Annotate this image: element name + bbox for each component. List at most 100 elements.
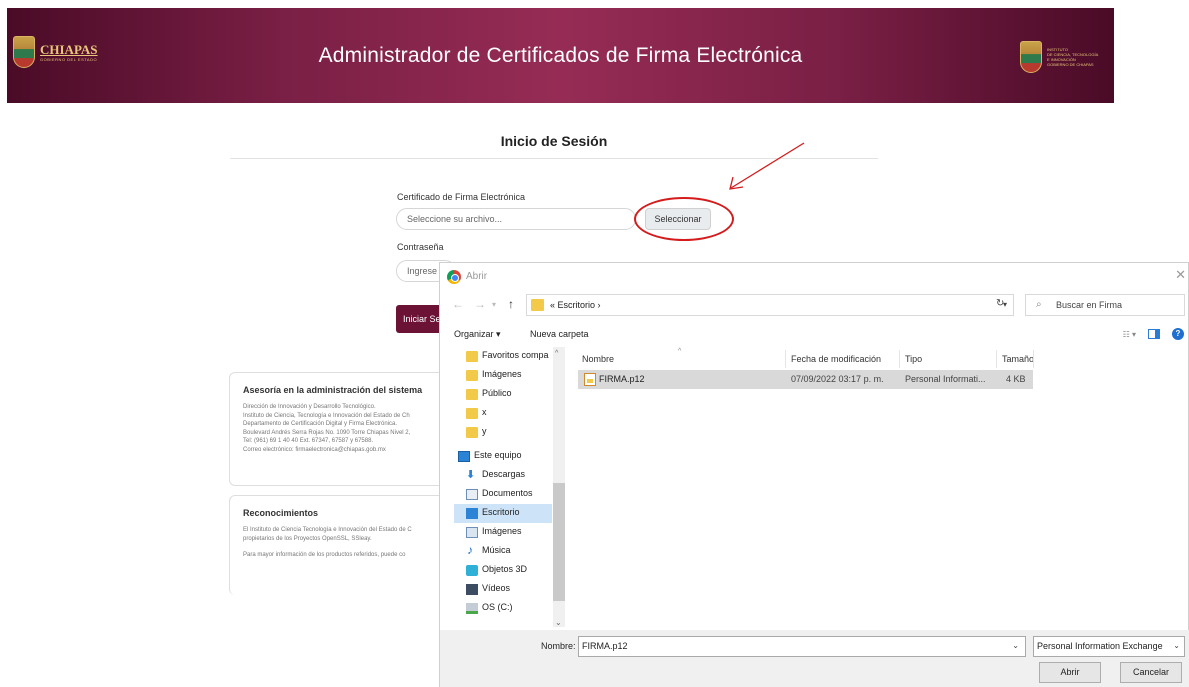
column-separator[interactable] bbox=[785, 350, 786, 368]
nav-item-label: Objetos 3D bbox=[482, 564, 528, 574]
chevron-down-icon[interactable]: ⌄ bbox=[1171, 641, 1180, 650]
logo-left-subtext: GOBIERNO DEL ESTADO bbox=[40, 56, 98, 62]
password-label: Contraseña bbox=[397, 242, 444, 252]
dialog-footer: Nombre: FIRMA.p12 ⌄ Personal Information… bbox=[440, 630, 1189, 687]
nav-item-favoritos[interactable]: Favoritos compa bbox=[454, 347, 552, 366]
dialog-title: Abrir bbox=[466, 271, 488, 282]
page-title: Administrador de Certificados de Firma E… bbox=[318, 43, 803, 67]
view-options-icon[interactable]: ☷ ▾ bbox=[1123, 330, 1136, 339]
drive-icon bbox=[466, 603, 478, 614]
column-separator[interactable] bbox=[1033, 350, 1034, 368]
nav-item-imagenes[interactable]: Imágenes bbox=[454, 366, 552, 385]
nav-item-musica[interactable]: ♪ Música bbox=[454, 542, 552, 561]
folder-icon bbox=[466, 389, 478, 400]
nav-item-descargas[interactable]: ⬇ Descargas bbox=[454, 466, 552, 485]
nav-item-label: y bbox=[482, 426, 487, 436]
advisory-line: Boulevard Andrés Serra Rojas No. 1090 To… bbox=[243, 429, 411, 436]
3d-objects-icon bbox=[466, 565, 478, 576]
scroll-thumb[interactable] bbox=[553, 483, 565, 601]
nav-item-este-equipo[interactable]: Este equipo bbox=[454, 447, 552, 466]
nav-item-label: Público bbox=[482, 388, 512, 398]
folder-icon bbox=[466, 427, 478, 438]
file-name: FIRMA.p12 bbox=[599, 374, 645, 384]
forward-arrow-icon[interactable]: → bbox=[474, 297, 486, 311]
column-header-name[interactable]: Nombre bbox=[582, 354, 614, 364]
open-button[interactable]: Abrir bbox=[1039, 662, 1101, 683]
filename-input[interactable]: FIRMA.p12 ⌄ bbox=[578, 636, 1026, 657]
advisory-title: Asesoría en la administración del sistem… bbox=[243, 385, 423, 395]
nav-item-os-c[interactable]: OS (C:) bbox=[454, 599, 552, 618]
nav-item-label: Vídeos bbox=[482, 583, 511, 593]
chrome-icon bbox=[447, 270, 461, 284]
file-type-value: Personal Information Exchange bbox=[1037, 641, 1163, 651]
address-path: « Escritorio › bbox=[550, 300, 601, 310]
nav-item-imagenes-pc[interactable]: Imágenes bbox=[454, 523, 552, 542]
dialog-toolbar: Organizar ▾ Nueva carpeta ☷ ▾ ? bbox=[440, 326, 1189, 346]
nav-item-label: Documentos bbox=[482, 488, 533, 498]
advisory-line: Departamento de Certificación Digital y … bbox=[243, 421, 398, 427]
highlight-circle bbox=[634, 197, 734, 241]
videos-icon bbox=[466, 584, 478, 595]
column-separator[interactable] bbox=[899, 350, 900, 368]
cancel-button[interactable]: Cancelar bbox=[1120, 662, 1182, 683]
up-arrow-icon[interactable]: ↑ bbox=[508, 297, 514, 311]
chiapas-logo: CHIAPAS GOBIERNO DEL ESTADO bbox=[13, 36, 98, 68]
file-type: Personal Informati... bbox=[905, 374, 986, 384]
nav-scrollbar[interactable]: ^ bbox=[553, 347, 565, 627]
refresh-icon[interactable]: ↻ bbox=[996, 298, 1004, 309]
nav-item-x[interactable]: x bbox=[454, 404, 552, 423]
back-arrow-icon[interactable]: ← bbox=[452, 297, 464, 311]
nav-item-label: Favoritos compa bbox=[482, 350, 549, 360]
logo-right-line: GOBIERNO DE CHIAPAS bbox=[1047, 62, 1094, 67]
nav-item-y[interactable]: y bbox=[454, 423, 552, 442]
address-bar[interactable]: « Escritorio › ▾ bbox=[526, 294, 1014, 316]
page: CHIAPAS GOBIERNO DEL ESTADO Administrado… bbox=[0, 0, 1189, 687]
nav-item-escritorio[interactable]: Escritorio bbox=[454, 504, 552, 523]
preview-pane-icon[interactable] bbox=[1148, 329, 1160, 339]
desktop-icon bbox=[466, 508, 478, 519]
acknowledgements-line: El Instituto de Ciencia Tecnología e Inn… bbox=[243, 527, 412, 533]
close-icon[interactable]: ✕ bbox=[1175, 267, 1186, 283]
column-header-modified[interactable]: Fecha de modificación bbox=[791, 354, 881, 364]
header-banner: CHIAPAS GOBIERNO DEL ESTADO Administrado… bbox=[7, 8, 1114, 103]
nav-item-label: Música bbox=[482, 545, 511, 555]
nav-item-publico[interactable]: Público bbox=[454, 385, 552, 404]
advisory-line: Instituto de Ciencia, Tecnología e Innov… bbox=[243, 412, 410, 419]
column-separator[interactable] bbox=[996, 350, 997, 368]
acknowledgements-title: Reconocimientos bbox=[243, 508, 319, 518]
file-type-select[interactable]: Personal Information Exchange ⌄ bbox=[1033, 636, 1185, 657]
computer-icon bbox=[458, 451, 470, 462]
nav-item-documentos[interactable]: Documentos bbox=[454, 485, 552, 504]
advisory-line: Dirección de Innovación y Desarrollo Tec… bbox=[243, 404, 376, 410]
column-header-size[interactable]: Tamaño bbox=[1002, 354, 1034, 364]
download-icon: ⬇ bbox=[466, 469, 476, 481]
file-modified: 07/09/2022 03:17 p. m. bbox=[791, 374, 884, 384]
acknowledgements-line bbox=[243, 543, 448, 551]
file-row[interactable]: FIRMA.p12 07/09/2022 03:17 p. m. Persona… bbox=[578, 370, 1033, 389]
organize-menu[interactable]: Organizar ▾ bbox=[454, 329, 501, 340]
acknowledgements-line: Para mayor información de los productos … bbox=[243, 552, 406, 558]
folder-icon bbox=[531, 299, 544, 311]
file-size: 4 KB bbox=[1006, 374, 1026, 384]
annotation-arrow-icon bbox=[729, 142, 805, 190]
new-folder-button[interactable]: Nueva carpeta bbox=[530, 329, 589, 339]
navigation-pane: Favoritos compa Imágenes Público x y Est… bbox=[454, 347, 566, 627]
scroll-down-icon[interactable]: ⌄ bbox=[555, 618, 562, 627]
acknowledgements-card: Reconocimientos El Instituto de Ciencia … bbox=[229, 495, 449, 595]
scroll-up-icon[interactable]: ^ bbox=[555, 350, 558, 357]
nav-item-videos[interactable]: Vídeos bbox=[454, 580, 552, 599]
cert-file-input[interactable]: Seleccione su archivo... bbox=[396, 208, 636, 230]
nav-item-objetos-3d[interactable]: Objetos 3D bbox=[454, 561, 552, 580]
chevron-down-icon[interactable]: ⌄ bbox=[1012, 641, 1019, 650]
folder-icon bbox=[466, 408, 478, 419]
recent-chevron-icon[interactable]: ▾ bbox=[492, 300, 496, 309]
nav-item-label: Imágenes bbox=[482, 526, 522, 536]
search-input[interactable]: ⌕ Buscar en Firma bbox=[1025, 294, 1185, 316]
column-header-type[interactable]: Tipo bbox=[905, 354, 922, 364]
certificate-file-icon bbox=[584, 373, 596, 386]
help-icon[interactable]: ? bbox=[1172, 328, 1184, 340]
institute-shield-icon bbox=[1020, 41, 1042, 73]
search-placeholder: Buscar en Firma bbox=[1056, 300, 1123, 310]
nav-item-label: Imágenes bbox=[482, 369, 522, 379]
dialog-titlebar: Abrir ✕ bbox=[440, 263, 1189, 289]
